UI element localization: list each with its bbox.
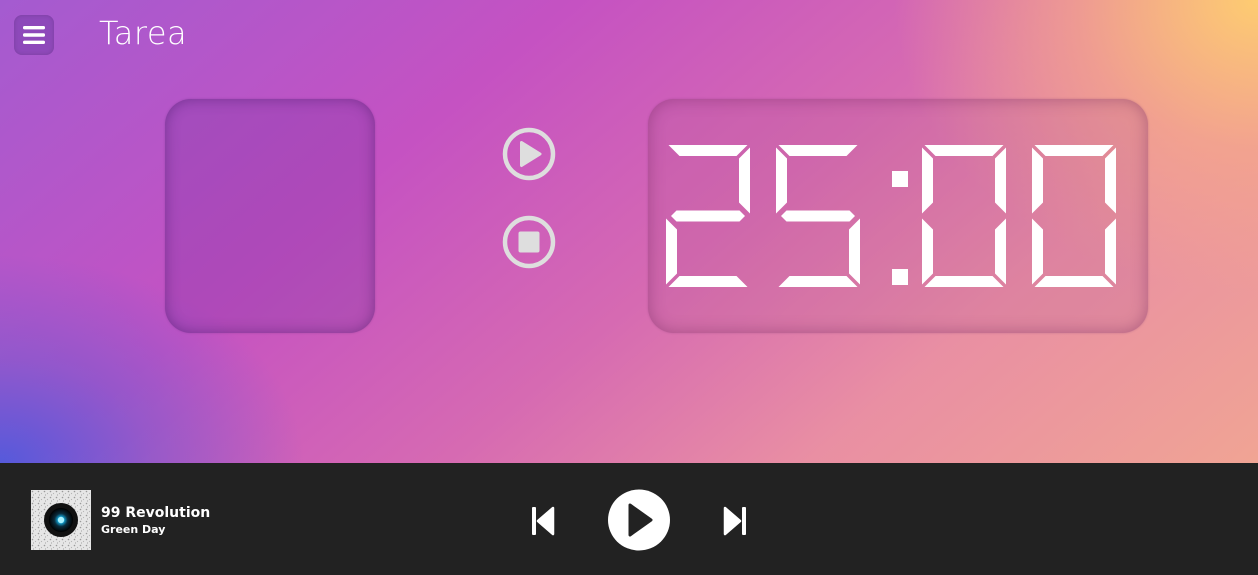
menu-button[interactable] [14,15,54,55]
timer-segment [1105,147,1116,214]
timer-segment [668,276,748,287]
timer-segment [1034,276,1114,287]
timer-digit-1 [776,145,860,287]
seven-segment-timer [666,145,1116,287]
timer-segment [739,147,750,214]
timer-segment [995,218,1006,285]
timer-display: 25:00 [648,99,1148,333]
timer-segment [778,145,858,156]
timer-colon-dot [892,171,908,187]
play-music-button[interactable] [607,489,671,551]
timer-segment [671,210,745,222]
stop-circle-icon [502,215,556,269]
timer-segment [1032,147,1043,214]
timer-segment [922,218,933,285]
album-art[interactable] [31,490,91,550]
timer-colon-dot [892,269,908,285]
music-player-bar: 99 Revolution Green Day [0,463,1258,575]
play-icon [608,489,670,551]
app-background: Tarea 25:00 [0,0,1258,463]
play-circle-icon [502,127,556,181]
timer-segment [924,145,1004,156]
album-art-image [31,490,91,550]
timer-segment [1105,218,1116,285]
timer-segment [778,276,858,287]
track-artist: Green Day [101,523,166,536]
track-title: 99 Revolution [101,505,211,521]
timer-segment [666,218,677,285]
next-track-button[interactable] [722,505,748,537]
skip-previous-icon [532,506,555,536]
timer-digit-0 [666,145,750,287]
skip-next-icon [723,506,746,536]
start-timer-button[interactable] [502,127,556,181]
stop-timer-button[interactable] [502,215,556,269]
timer-segment [776,147,787,214]
timer-segment [922,147,933,214]
timer-segment [1034,145,1114,156]
page-title: Tarea [99,14,188,52]
timer-segment [849,218,860,285]
timer-segment [668,145,748,156]
previous-track-button[interactable] [530,505,556,537]
timer-segment [1032,218,1043,285]
timer-segment [995,147,1006,214]
timer-segment [781,210,855,222]
hamburger-menu-icon [23,26,45,44]
task-panel[interactable] [165,99,375,333]
timer-digit-2 [922,145,1006,287]
timer-segment [924,276,1004,287]
timer-digit-3 [1032,145,1116,287]
